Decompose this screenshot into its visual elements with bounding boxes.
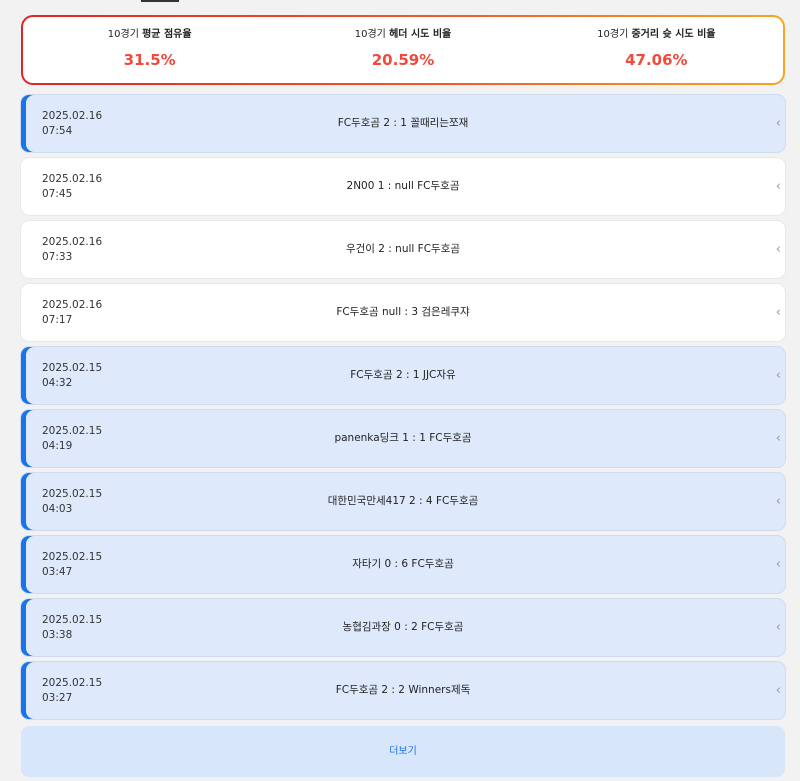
- match-row[interactable]: 2025.02.15 04:03 대한민국만세417 2 : 4 FC두호곰 ‹: [21, 473, 785, 530]
- stat-value: 20.59%: [371, 51, 435, 69]
- stat-label: 10경기 평균 점유율: [23, 28, 276, 42]
- match-row[interactable]: 2025.02.15 03:38 농협김과장 0 : 2 FC두호곰 ‹: [21, 599, 785, 656]
- stat-prefix: 10경기: [597, 29, 629, 40]
- chevron-left-icon[interactable]: ‹: [776, 242, 781, 257]
- match-score: 자타기 0 : 6 FC두호곰: [352, 558, 454, 570]
- stat-label: 10경기 중거리 슛 시도 비율: [530, 28, 783, 42]
- stat-prefix: 10경기: [107, 29, 139, 40]
- stat-item: 10경기 평균 점유율 31.5%: [23, 17, 276, 83]
- stat-name: 헤더 시도 비율: [389, 29, 452, 40]
- match-row[interactable]: 2025.02.15 04:32 FC두호곰 2 : 1 JJC자유 ‹: [21, 347, 785, 404]
- match-row[interactable]: 2025.02.16 07:54 FC두호곰 2 : 1 꼴때리는쪼재 ‹: [21, 95, 785, 152]
- match-row[interactable]: 2025.02.15 04:19 panenka딩크 1 : 1 FC두호곰 ‹: [21, 410, 785, 467]
- chevron-left-icon[interactable]: ‹: [776, 683, 781, 698]
- stat-name: 평균 점유율: [142, 29, 192, 40]
- chevron-left-icon[interactable]: ‹: [776, 431, 781, 446]
- match-list: 2025.02.16 07:54 FC두호곰 2 : 1 꼴때리는쪼재 ‹ 2025.0…: [21, 95, 785, 725]
- match-score: 우건이 2 : null FC두호곰: [345, 243, 461, 255]
- stat-value: 31.5%: [123, 51, 176, 69]
- chevron-left-icon[interactable]: ‹: [776, 179, 781, 194]
- match-score: 대한민국만세417 2 : 4 FC두호곰: [327, 495, 479, 507]
- match-score: panenka딩크 1 : 1 FC두호곰: [334, 432, 472, 444]
- more-button[interactable]: 더보기: [21, 726, 785, 777]
- chevron-left-icon[interactable]: ‹: [776, 494, 781, 509]
- chevron-left-icon[interactable]: ‹: [776, 368, 781, 383]
- match-row[interactable]: 2025.02.16 07:45 2N00 1 : null FC두호곰 ‹: [21, 158, 785, 215]
- match-row[interactable]: 2025.02.15 03:47 자타기 0 : 6 FC두호곰 ‹: [21, 536, 785, 593]
- chevron-left-icon[interactable]: ‹: [776, 557, 781, 572]
- match-score: FC두호곰 2 : 1 꼴때리는쪼재: [337, 117, 469, 129]
- stat-label: 10경기 헤더 시도 비율: [276, 28, 529, 42]
- chevron-left-icon[interactable]: ‹: [776, 305, 781, 320]
- match-score: FC두호곰 2 : 2 Winners제독: [335, 684, 471, 696]
- active-tab-indicator: [141, 0, 179, 2]
- match-row[interactable]: 2025.02.16 07:17 FC두호곰 null : 3 검은레쿠쟈 ‹: [21, 284, 785, 341]
- match-score: FC두호곰 2 : 1 JJC자유: [350, 369, 456, 381]
- match-row[interactable]: 2025.02.16 07:33 우건이 2 : null FC두호곰 ‹: [21, 221, 785, 278]
- stat-value: 47.06%: [625, 51, 688, 69]
- stat-item: 10경기 헤더 시도 비율 20.59%: [276, 17, 529, 83]
- match-row[interactable]: 2025.02.15 03:27 FC두호곰 2 : 2 Winners제독 ‹: [21, 662, 785, 719]
- stat-item: 10경기 중거리 슛 시도 비율 47.06%: [530, 17, 783, 83]
- match-score: 2N00 1 : null FC두호곰: [346, 180, 460, 192]
- stat-name: 중거리 슛 시도 비율: [631, 29, 716, 40]
- match-score: FC두호곰 null : 3 검은레쿠쟈: [336, 306, 470, 318]
- stats-panel: 10경기 평균 점유율 31.5% 10경기 헤더 시도 비율 20.59% 10경기 …: [21, 15, 785, 85]
- chevron-left-icon[interactable]: ‹: [776, 620, 781, 635]
- chevron-left-icon[interactable]: ‹: [776, 116, 781, 131]
- stat-prefix: 10경기: [354, 29, 386, 40]
- match-score: 농협김과장 0 : 2 FC두호곰: [342, 621, 464, 633]
